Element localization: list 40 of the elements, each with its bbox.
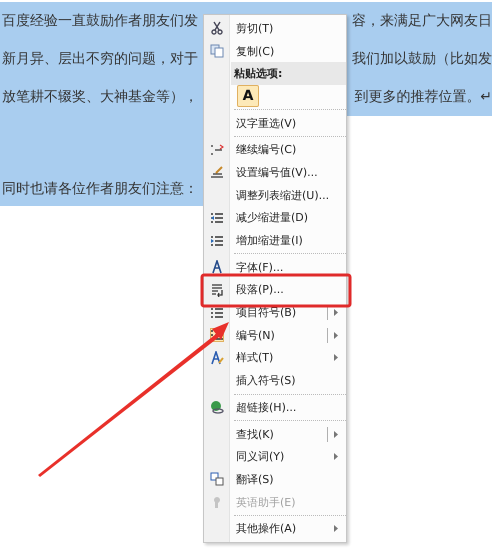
document-text: 我们加以鼓励（比如发 [352, 50, 492, 68]
document-text: 百度经验一直鼓励作者朋友们发 [2, 12, 198, 30]
document-text: 同时也请各位作者朋友们注意： [2, 180, 198, 198]
globe-icon [210, 400, 224, 414]
menu-section-header: 粘贴选项: [232, 66, 284, 82]
menu-item[interactable]: 增加缩进量(I) [230, 233, 346, 248]
translate-icon [210, 472, 224, 486]
pencil-icon [210, 165, 224, 180]
menu-item[interactable]: 剪切(T) [230, 20, 346, 36]
document-text: 新月异、层出不穷的问题，对于 [2, 50, 198, 68]
document-text: 放笔耕不辍奖、大神基金等）， [2, 88, 198, 106]
menu-item[interactable]: 翻译(S) [230, 472, 346, 487]
menu-item[interactable]: 继续编号(C) [230, 142, 346, 158]
bullets-icon [210, 306, 224, 320]
decrease-indent-icon [210, 210, 224, 225]
keep-text-only-button[interactable]: A [237, 85, 259, 108]
styles-icon [210, 350, 224, 365]
menu-item[interactable]: 其他操作(A) [230, 521, 334, 536]
menu-item[interactable]: 插入符号(S) [230, 373, 346, 388]
font-icon [210, 260, 224, 274]
paragraph-icon [210, 282, 224, 297]
menu-item[interactable]: 段落(P)... [230, 282, 346, 298]
menu-item[interactable]: 样式(T) [230, 350, 334, 366]
menu-item[interactable]: 超链接(H)... [230, 400, 346, 415]
document-text: 到更多的推荐位置。↵ [354, 88, 492, 106]
menu-item[interactable]: 汉字重选(V) [230, 116, 346, 131]
menu-item[interactable]: 设置编号值(V)... [230, 164, 346, 180]
menu-item[interactable]: 减少缩进量(D) [230, 210, 346, 226]
menu-item[interactable]: 查找(K) [230, 426, 327, 442]
menu-item[interactable]: 编号(N) [230, 328, 327, 343]
menu-item[interactable]: 同义词(Y) [230, 449, 334, 464]
menu-item[interactable]: 调整列表缩进(U)... [230, 188, 346, 203]
scissors-icon [210, 21, 224, 36]
menu-item[interactable]: 项目符号(B) [230, 305, 327, 320]
numbering-icon [210, 142, 224, 157]
menu-item[interactable]: 字体(F)... [230, 260, 346, 275]
document-text: 容，来满足广大网友日 [352, 12, 492, 30]
increase-indent-icon [210, 234, 224, 248]
copy-icon [210, 44, 224, 58]
menu-item[interactable]: 复制(C) [230, 44, 346, 59]
